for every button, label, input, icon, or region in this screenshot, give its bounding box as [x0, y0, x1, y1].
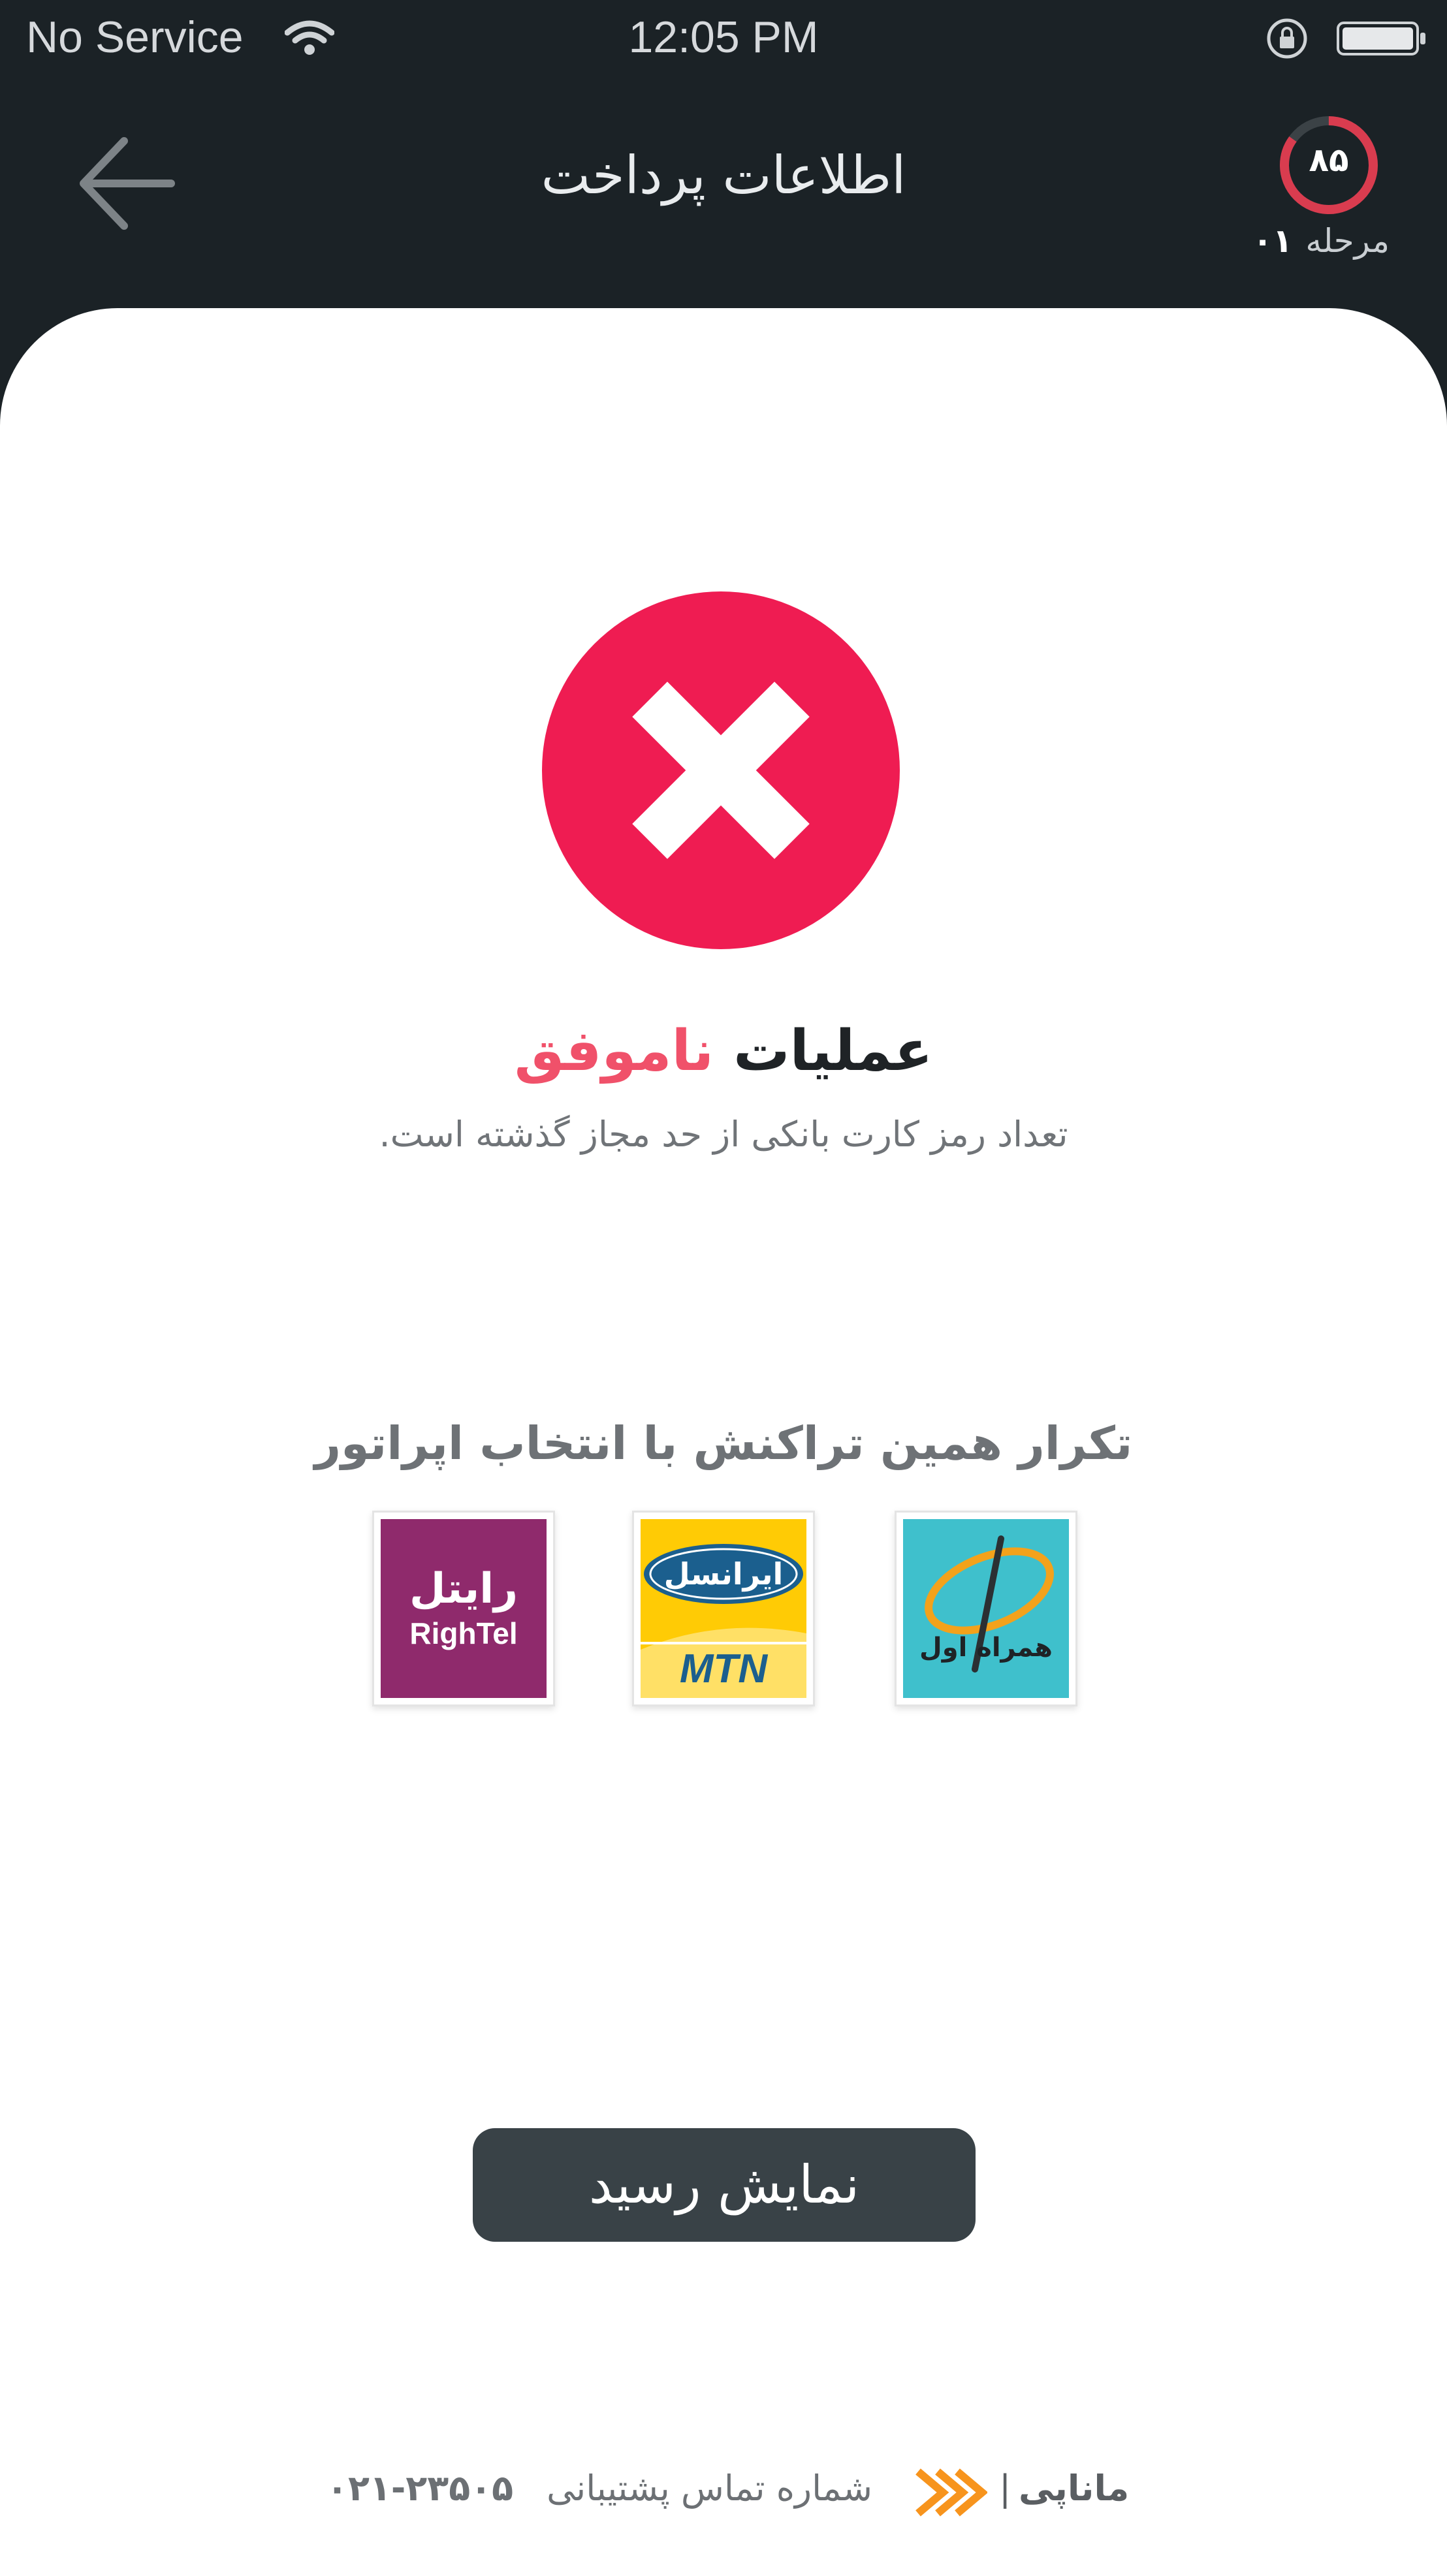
footer-phone[interactable]: ۰۲۱-۲۳۵۰۵ — [326, 2468, 513, 2509]
hamrah-aval-logo-graphic: همراه اول — [903, 1519, 1069, 1698]
step-number: ۰۱ — [1252, 222, 1293, 260]
rightel-logo-fa: رایتل — [409, 1565, 518, 1613]
irancell-logo-en: MTN — [680, 1646, 769, 1691]
operator-irancell[interactable]: ایرانسل MTN — [632, 1511, 815, 1706]
status-bar: No Service 12:05 PM — [0, 0, 1447, 77]
show-receipt-button[interactable]: نمایش رسید — [473, 2128, 976, 2242]
footer-brand: ماناپی — [1019, 2468, 1130, 2509]
retry-heading: تکرار همین تراکنش با انتخاب اپراتور — [314, 1417, 1133, 1470]
operator-hamrah-aval[interactable]: همراه اول — [895, 1511, 1077, 1706]
step-text: مرحله — [1305, 222, 1390, 260]
result-description: تعداد رمز کارت بانکی از حد مجاز گذشته اس… — [379, 1114, 1068, 1155]
back-arrow-icon[interactable] — [77, 128, 175, 239]
page-title: اطلاعات پرداخت — [541, 145, 906, 206]
rightel-logo-en: RighTel — [409, 1616, 518, 1650]
manapay-logo-icon — [915, 2468, 987, 2517]
footer-divider: | — [999, 2468, 1011, 2509]
result-title: عملیات ناموفق — [0, 1018, 1447, 1084]
progress-value: ۸۵ — [1309, 141, 1349, 179]
footer-support-label: شماره تماس پشتیبانی — [547, 2468, 872, 2509]
lock-rotation-icon — [1267, 18, 1307, 59]
error-x-icon — [542, 591, 900, 949]
step-label: مرحله ۰۱ — [1252, 222, 1390, 260]
irancell-logo-fa: ایرانسل — [664, 1556, 784, 1592]
irancell-logo-graphic: ایرانسل MTN — [641, 1519, 806, 1698]
battery-icon — [1337, 22, 1425, 55]
hamrah-aval-logo: همراه اول — [903, 1519, 1069, 1698]
operator-rightel[interactable]: رایتل RighTel — [372, 1511, 555, 1706]
result-title-status: ناموفق — [514, 1018, 714, 1084]
footer: ماناپی | شماره تماس پشتیبانی ۰۲۱-۲۳۵۰۵ — [0, 2465, 1447, 2524]
irancell-logo: ایرانسل MTN — [641, 1519, 806, 1698]
hamrah-aval-logo-fa: همراه اول — [919, 1633, 1053, 1663]
result-title-prefix: عملیات — [733, 1018, 933, 1084]
rightel-logo: رایتل RighTel — [381, 1519, 547, 1698]
clock: 12:05 PM — [628, 12, 819, 62]
